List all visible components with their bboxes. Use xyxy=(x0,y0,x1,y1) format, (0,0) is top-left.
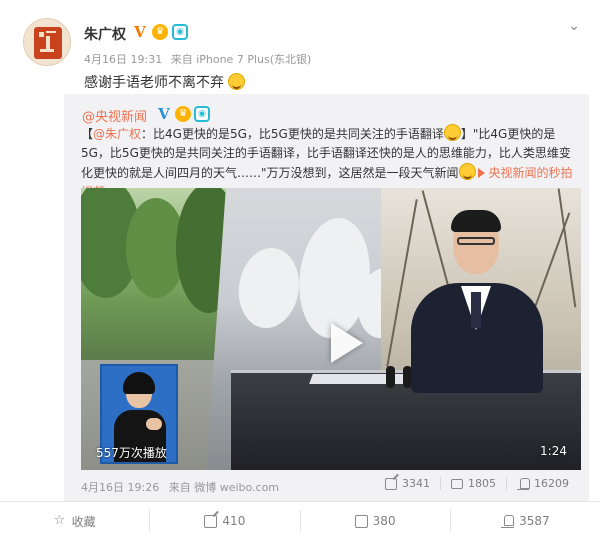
star-icon: ☆ xyxy=(53,512,66,528)
repost-share-button[interactable]: 3341 xyxy=(375,477,440,490)
repost-comment-button[interactable]: 1805 xyxy=(440,477,506,490)
like-count: 3587 xyxy=(519,514,550,528)
vip-crown-icon[interactable]: ♛ xyxy=(175,106,191,122)
video-duration: 1:24 xyxy=(540,444,567,458)
share-icon xyxy=(385,477,397,490)
weibo-post-card: 朱广权 V ♛ ◉ ⌄ 4月16日 19:31 来自 iPhone 7 Plus… xyxy=(0,0,600,540)
laughing-emoji-icon xyxy=(458,163,476,180)
video-play-count: 557万次播放 xyxy=(96,446,167,460)
post-author-name[interactable]: 朱广权 xyxy=(84,24,126,44)
anchor-tie xyxy=(471,292,481,328)
thumbs-up-icon xyxy=(501,514,515,528)
post-text-content: 感谢手语老师不离不弃 xyxy=(84,75,224,91)
favorite-button[interactable]: ☆ 收藏 xyxy=(0,510,149,532)
post-action-bar: ☆ 收藏 410 380 3587 xyxy=(0,502,600,540)
thumbs-up-icon xyxy=(517,477,530,490)
repost-author-badges: V ♛ ◉ xyxy=(156,106,210,122)
vip-crown-icon[interactable]: ♛ xyxy=(152,24,168,40)
laughing-emoji-icon xyxy=(228,73,246,90)
verified-v-icon[interactable]: V xyxy=(132,24,148,40)
repost-body-text-1: ：比4G更快的是5G，比5G更快的是共同关注的手语翻译 xyxy=(141,127,444,141)
repost-comment-count: 1805 xyxy=(468,477,496,490)
verified-v-icon[interactable]: V xyxy=(156,106,172,122)
repost-actions: 3341 1805 16209 xyxy=(375,477,579,490)
share-count: 410 xyxy=(222,514,246,528)
post-meta: 4月16日 19:31 来自 iPhone 7 Plus(东北银) xyxy=(84,51,316,67)
repost-meta: 4月16日 19:26 来自 微博 weibo.com xyxy=(81,479,285,495)
desk-papers xyxy=(309,374,413,384)
repost-like-button[interactable]: 16209 xyxy=(506,477,579,490)
comment-count: 380 xyxy=(372,514,396,528)
comment-button[interactable]: 380 xyxy=(299,510,450,532)
comment-icon xyxy=(451,478,463,489)
chevron-down-icon[interactable]: ⌄ xyxy=(568,18,580,34)
video-creator-icon[interactable]: ◉ xyxy=(194,106,210,122)
laughing-emoji-icon xyxy=(443,124,461,141)
repost-author-name[interactable]: @央视新闻 xyxy=(82,106,147,125)
video-player[interactable]: 557万次播放 1:24 xyxy=(81,188,581,470)
video-link-icon xyxy=(477,168,485,178)
avatar[interactable] xyxy=(23,18,71,66)
post-source: 来自 iPhone 7 Plus(东北银) xyxy=(170,53,312,66)
favorite-label: 收藏 xyxy=(71,514,96,529)
repost-container: @央视新闻 V ♛ ◉ 【@朱广权：比4G更快的是5G，比5G更快的是共同关注的… xyxy=(64,94,589,501)
post-text: 感谢手语老师不离不弃 xyxy=(84,72,246,92)
play-icon[interactable] xyxy=(331,323,363,363)
post-time[interactable]: 4月16日 19:31 xyxy=(84,53,162,66)
avatar-seal-image xyxy=(34,27,62,59)
share-icon xyxy=(204,514,218,528)
share-button[interactable]: 410 xyxy=(149,510,299,532)
author-badges: V ♛ ◉ xyxy=(132,24,188,40)
microphone xyxy=(386,366,395,388)
repost-share-count: 3341 xyxy=(402,477,430,490)
repost-source: 来自 微博 weibo.com xyxy=(168,481,280,494)
repost-like-count: 16209 xyxy=(534,477,569,490)
repost-time[interactable]: 4月16日 19:26 xyxy=(81,481,159,494)
like-button[interactable]: 3587 xyxy=(449,510,600,532)
mention-link[interactable]: @朱广权 xyxy=(93,127,141,141)
comment-icon xyxy=(354,514,368,528)
video-creator-icon[interactable]: ◉ xyxy=(172,24,188,40)
anchor-hair xyxy=(451,210,501,232)
anchor-glasses xyxy=(457,237,495,245)
